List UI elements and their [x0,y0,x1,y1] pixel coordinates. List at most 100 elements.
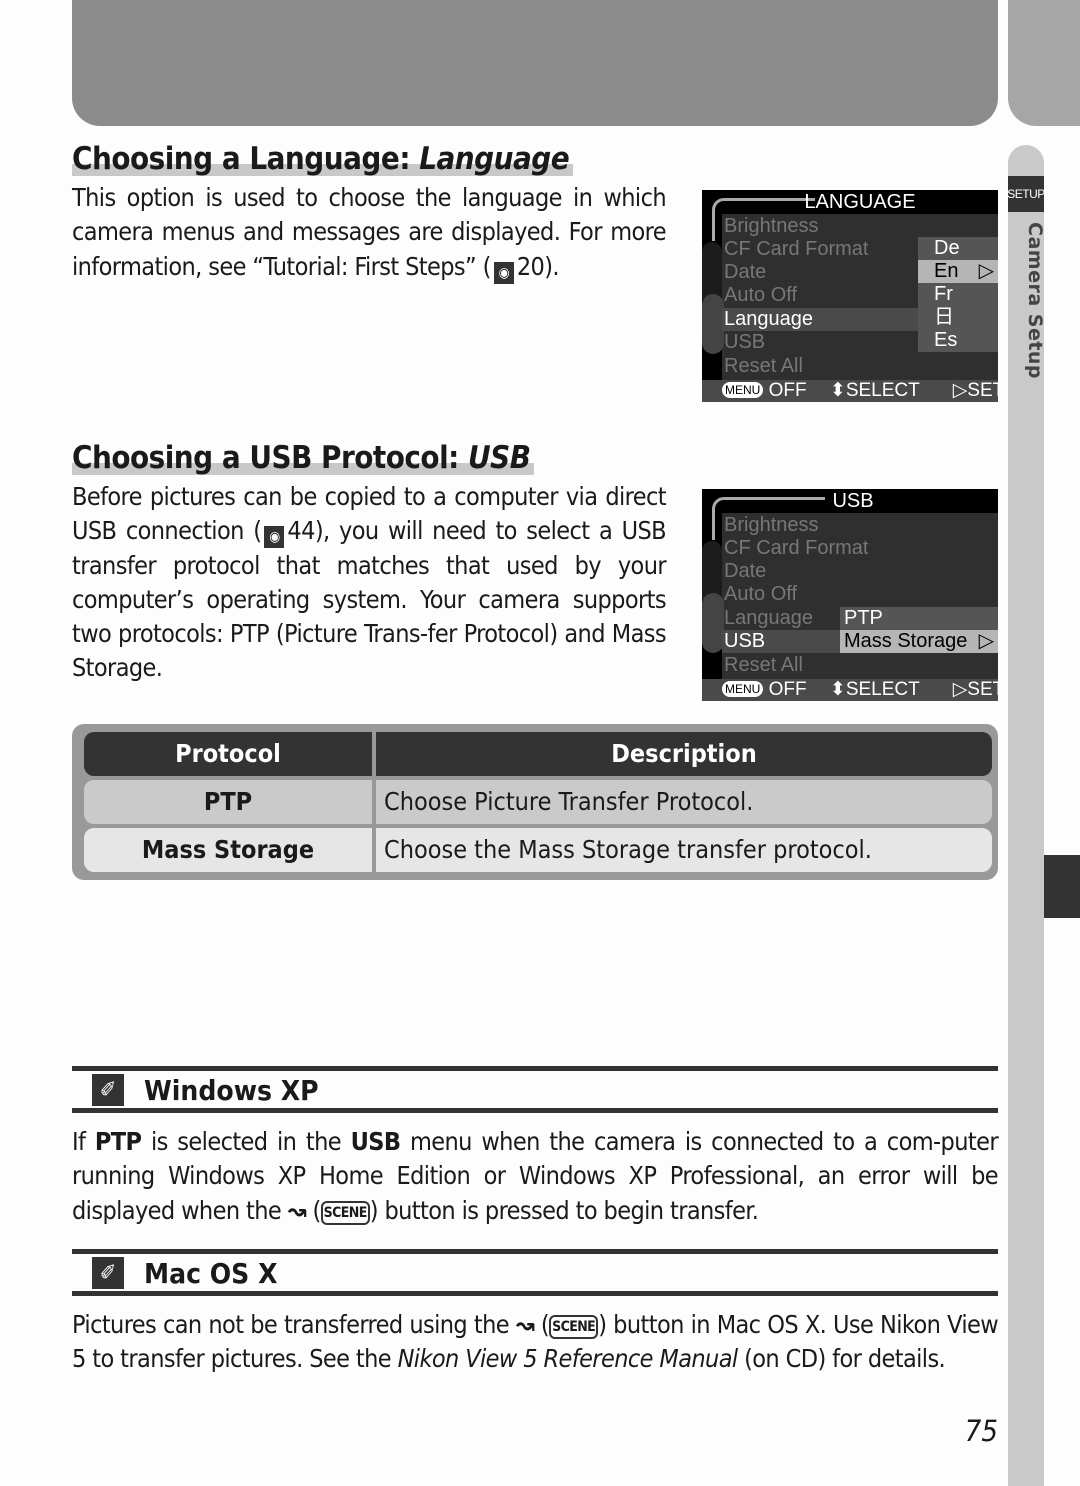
text: (on CD) for details. [737,1344,946,1374]
option-label: Mass Storage [844,630,968,652]
option-ptp[interactable]: PTP [840,607,998,630]
footer-set: ▷SET [952,679,1005,700]
transfer-icon: ↝ [287,1195,307,1225]
note-title: Windows XP [144,1073,319,1107]
text: P [463,619,477,649]
language-options: De En ▷ Fr 日 Es [918,237,998,352]
header-protocol: Protocol [84,732,376,776]
option-fr[interactable]: Fr [918,283,998,306]
chapter-tab [1044,855,1080,918]
menu-item-usb[interactable]: USB [724,630,765,653]
menu-item-language[interactable]: Language [724,607,813,630]
reference-icon: ◉ [493,261,514,284]
text: T [363,619,374,649]
title-italic: USB [468,440,531,476]
screen-footer: MENU OFF ⬍SELECT ▷SET [702,679,1004,701]
menu-button-icon: MENU [722,681,764,697]
protocol-table: Protocol Description PTP Choose Picture … [72,724,998,880]
text: icture [296,619,364,649]
menu-item-date[interactable]: Date [724,261,766,284]
paperclip-icon: ✐ [92,1257,124,1289]
footer-select: ⬍SELECT [829,380,920,401]
ref-page: 20 [516,251,545,281]
option-es[interactable]: Es [918,329,998,352]
menu-item-auto-off[interactable]: Auto Off [724,583,797,606]
text: P [284,619,297,649]
text: This option is used to choose the langua… [72,183,667,281]
text: rans-fer [373,619,464,649]
footer-off: OFF [768,679,807,700]
note-title: Mac OS X [144,1256,278,1290]
menu-item-cf-card-format[interactable]: CF Card Format [724,238,868,261]
header-description: Description [611,739,757,768]
table-row: PTP Choose Picture Transfer Protocol. [84,780,992,824]
menu-item-date[interactable]: Date [724,560,766,583]
language-paragraph: This option is used to choose the langua… [72,181,667,284]
ref-page: 44 [287,516,315,546]
note-header-mac: ✐ Mac OS X [72,1253,998,1293]
note-windows-text: If PTP is selected in the USB menu when … [72,1127,999,1225]
menu-item-usb[interactable]: USB [724,331,765,354]
section-title-language: Choosing a Language: Language [72,139,574,179]
note-rule-bottom [72,1291,998,1296]
note-mac-text: Pictures can not be transferred using th… [72,1310,999,1374]
usb-menu-screen: USB Brightness CF Card Format Date Auto … [702,489,1004,701]
text: is selected in the [141,1127,351,1156]
screen-title: USB [832,490,874,512]
transfer-icon: ↝ [515,1310,535,1339]
arrow-right-icon: ▷ [978,630,994,652]
reference-icon: ◉ [264,526,285,549]
text: USB [350,1127,401,1156]
footer-off: OFF [768,380,807,401]
footer-select: ⬍SELECT [829,679,920,700]
screen-footer: MENU OFF ⬍SELECT ▷SET [702,380,1004,402]
text: PTP [94,1127,142,1156]
title-text: Choosing a Language: [72,141,420,177]
option-en[interactable]: En ▷ [918,260,998,283]
usb-options: PTP Mass Storage ▷ [840,607,998,653]
manual-title: Nikon View 5 Reference Manual [397,1344,739,1374]
scene-button-icon: SCENE [549,1315,599,1339]
arrow-right-icon: ▷ [978,260,994,282]
page-number: 75 [964,1414,998,1448]
setup-tab-icon [702,294,724,354]
menu-item-language[interactable]: Language [724,308,813,331]
option-mass-storage[interactable]: Mass Storage ▷ [840,630,998,653]
menu-item-reset-all[interactable]: Reset All [724,355,803,378]
table-header: Protocol Description [84,732,992,776]
menu-item-cf-card-format[interactable]: CF Card Format [724,537,868,560]
table-row: Mass Storage Choose the Mass Storage tra… [84,828,992,872]
cell-protocol: Mass Storage [84,828,376,872]
note-rule-bottom [72,1108,998,1113]
header-band-right [1008,0,1080,126]
text: If [72,1127,95,1156]
footer-set: ▷SET [952,380,1005,401]
menu-item-reset-all[interactable]: Reset All [724,654,803,677]
option-ja[interactable]: 日 [918,306,998,329]
text: Pictures can not be transferred using th… [72,1310,516,1339]
menu-item-brightness[interactable]: Brightness [724,215,819,238]
title-italic: Language [419,141,570,177]
menu-item-auto-off[interactable]: Auto Off [724,284,797,307]
camera-tab-icon [702,242,722,300]
setup-badge: SETUP [1007,176,1045,212]
usb-paragraph: Before pictures can be copied to a compu… [72,480,667,686]
cell-protocol: PTP [84,780,376,824]
text: ). [544,251,559,281]
screen-title: LANGUAGE [804,191,916,213]
camera-tab-icon [702,541,722,599]
menu-button-icon: MENU [722,382,764,398]
header-band [72,0,998,126]
option-de[interactable]: De [918,237,998,260]
cell-description: Choose the Mass Storage transfer protoco… [384,835,872,864]
text: ) button is pressed to begin transfer. [369,1195,759,1225]
paperclip-icon: ✐ [92,1074,124,1106]
section-title-usb: Choosing a USB Protocol: USB [72,438,535,478]
scene-button-icon: SCENE [320,1200,370,1225]
setup-tab-icon [702,593,724,653]
note-header-windows: ✐ Windows XP [72,1070,998,1110]
menu-item-brightness[interactable]: Brightness [724,514,819,537]
language-menu-screen: LANGUAGE Brightness CF Card Format Date … [702,190,1004,402]
title-text: Choosing a USB Protocol: [72,440,468,476]
cell-description: Choose Picture Transfer Protocol. [384,787,754,816]
